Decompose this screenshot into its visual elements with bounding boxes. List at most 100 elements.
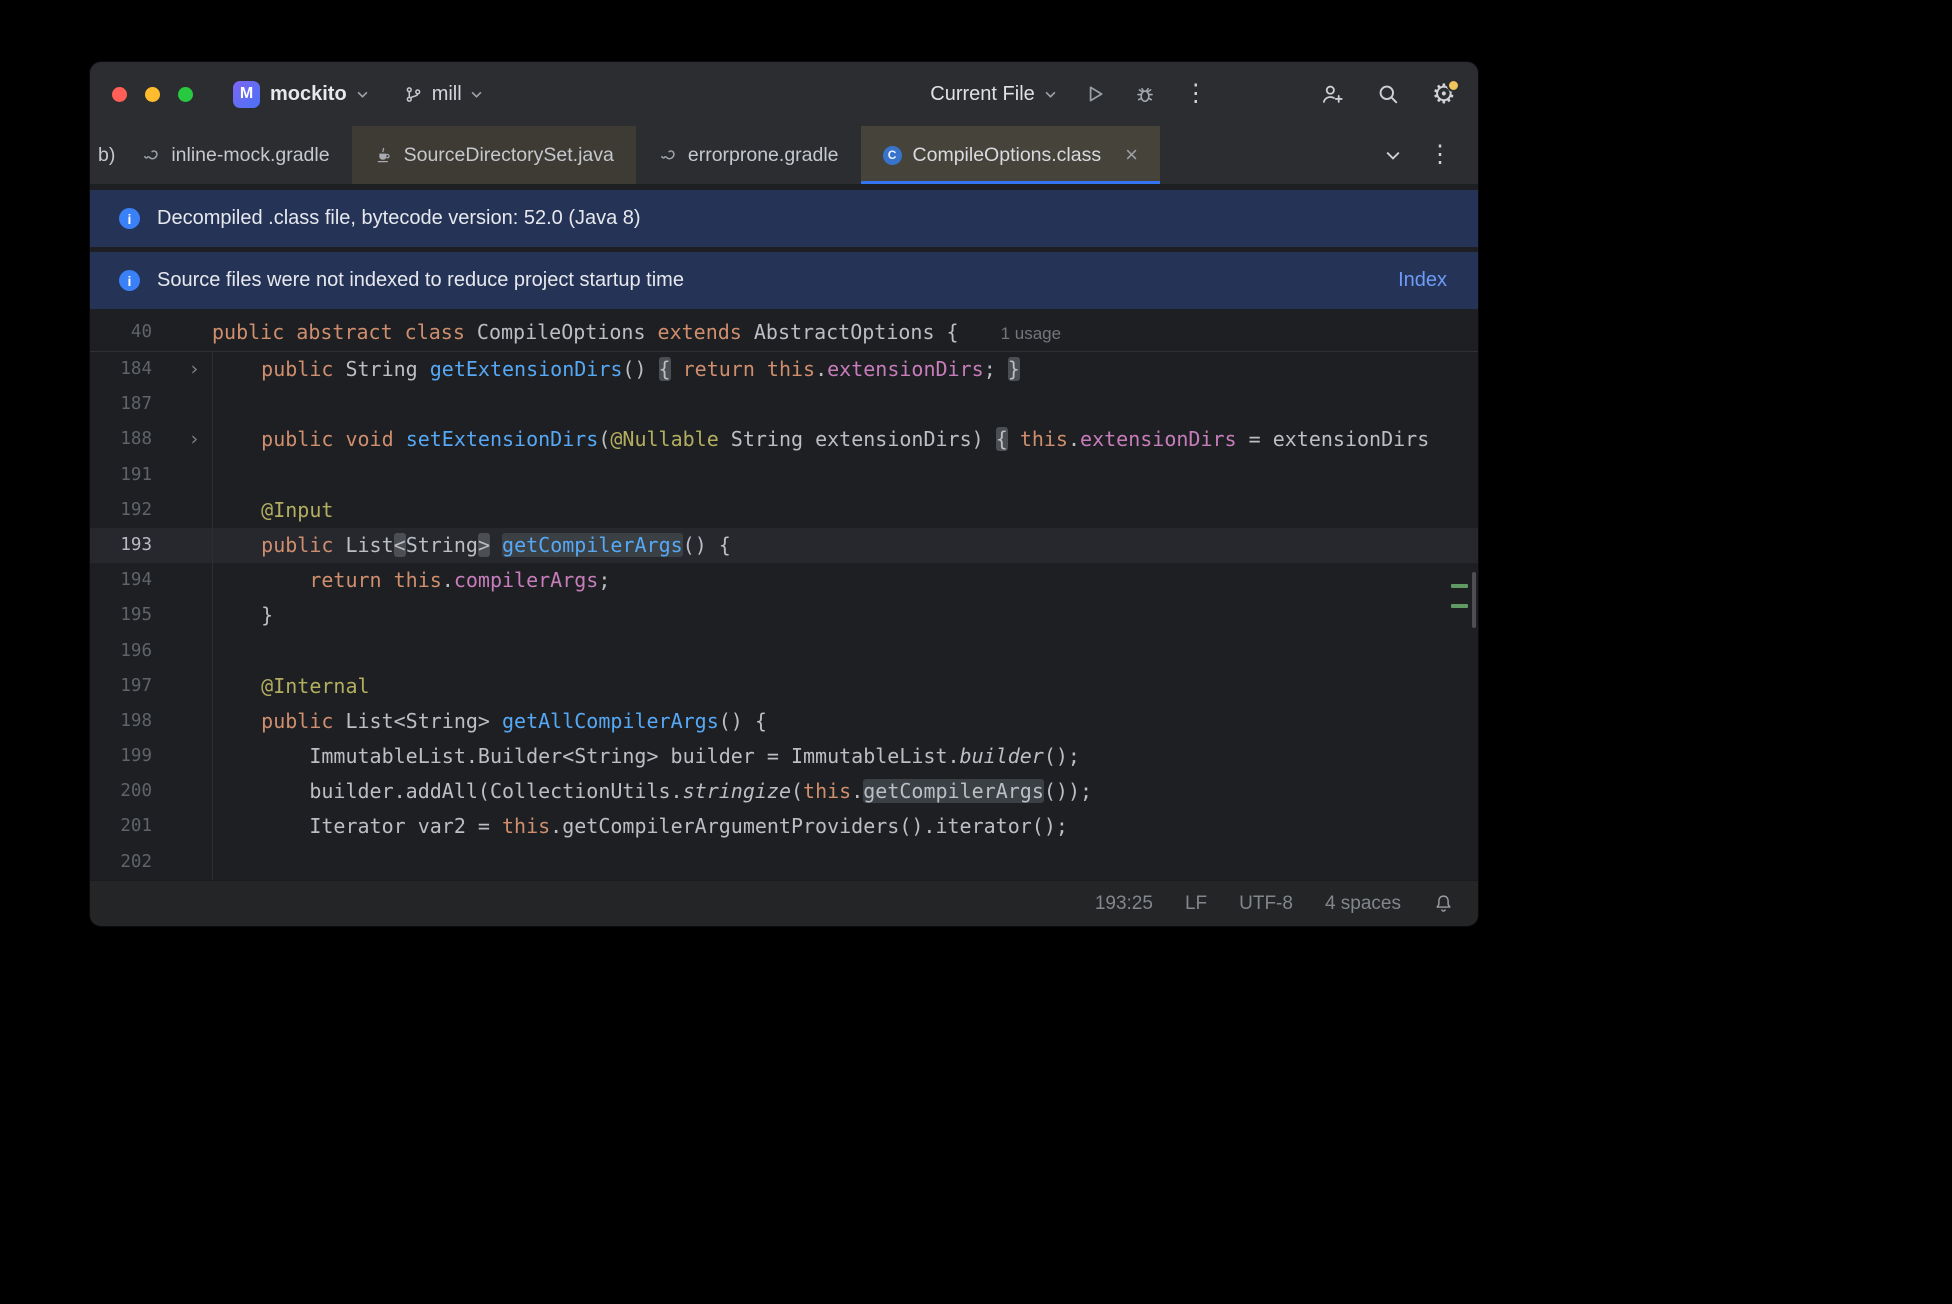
close-tab-icon[interactable]: × bbox=[1125, 144, 1138, 166]
code-token: { bbox=[995, 427, 1008, 452]
code-token: List<String> bbox=[333, 708, 502, 733]
code-text: public void setExtensionDirs(@Nullable S… bbox=[212, 422, 1478, 458]
editor[interactable]: 184 › public String getExtensionDirs() { … bbox=[90, 352, 1478, 880]
settings-gear-icon[interactable]: ⚙ bbox=[1432, 78, 1460, 108]
code-line: 196 bbox=[90, 633, 1478, 669]
code-token: ; bbox=[983, 357, 1008, 381]
code-line: 188 › public void setExtensionDirs(@Nulla… bbox=[90, 422, 1478, 458]
code-line: 195 } bbox=[90, 598, 1478, 634]
tab-sourcedirectoryset-java[interactable]: SourceDirectorySet.java bbox=[351, 126, 636, 184]
code-token: builder.addAll(CollectionUtils. bbox=[213, 779, 683, 804]
close-window-button[interactable] bbox=[112, 86, 127, 102]
code-token: stringize bbox=[682, 779, 791, 804]
line-number[interactable]: 40 bbox=[90, 315, 152, 350]
status-bar: 193:25 LF UTF-8 4 spaces bbox=[90, 880, 1478, 926]
line-number[interactable]: 188 bbox=[90, 422, 152, 457]
usage-inlay-hint[interactable]: 1 usage bbox=[1001, 324, 1062, 343]
code-token: String bbox=[405, 532, 478, 557]
code-token: getCompilerArgs bbox=[863, 779, 1044, 804]
line-number[interactable]: 184 bbox=[90, 352, 152, 387]
tab-compileoptions-class[interactable]: C CompileOptions.class × bbox=[860, 126, 1160, 184]
run-button[interactable] bbox=[1084, 83, 1106, 105]
code-token: public bbox=[261, 532, 334, 557]
code-token: () bbox=[622, 357, 659, 381]
more-actions-icon[interactable]: ⋮ bbox=[1184, 82, 1208, 106]
code-token: . bbox=[1067, 427, 1081, 452]
scrollbar-thumb[interactable] bbox=[1472, 572, 1476, 628]
code-line: 191 bbox=[90, 457, 1478, 493]
line-number[interactable]: 195 bbox=[90, 598, 152, 633]
code-line: 194 return this.compilerArgs; bbox=[90, 563, 1478, 599]
line-number[interactable]: 191 bbox=[90, 458, 152, 493]
code-token: extensionDirs bbox=[827, 357, 984, 381]
fold-arrow-icon[interactable]: › bbox=[152, 422, 212, 457]
tab-clipped[interactable]: b) bbox=[90, 126, 119, 184]
caret-position[interactable]: 193:25 bbox=[1095, 893, 1153, 915]
run-configuration-label: Current File bbox=[930, 82, 1035, 105]
code-token: (); bbox=[1043, 744, 1080, 769]
analysis-mark[interactable] bbox=[1451, 584, 1468, 588]
code-text: Iterator var2 = this.getCompilerArgument… bbox=[212, 809, 1478, 845]
code-token: < bbox=[393, 532, 406, 557]
tab-label: errorprone.gradle bbox=[687, 143, 839, 166]
sticky-class-declaration[interactable]: 40 public abstract class CompileOptions e… bbox=[90, 315, 1478, 352]
code-with-me-icon[interactable] bbox=[1320, 82, 1344, 106]
code-line-current: 193 public List<String> getCompilerArgs(… bbox=[90, 527, 1478, 564]
file-encoding[interactable]: UTF-8 bbox=[1239, 893, 1293, 915]
tab-errorprone-gradle[interactable]: errorprone.gradle bbox=[636, 126, 861, 184]
code-token: class bbox=[404, 320, 465, 345]
code-text bbox=[212, 387, 1478, 423]
project-widget[interactable]: M mockito bbox=[233, 80, 368, 108]
code-token: getCompilerArgs bbox=[502, 532, 683, 557]
code-text: @Internal bbox=[212, 668, 1478, 704]
line-number[interactable]: 187 bbox=[90, 387, 152, 422]
line-number[interactable]: 201 bbox=[90, 809, 152, 844]
traffic-lights bbox=[112, 86, 193, 102]
line-number[interactable]: 199 bbox=[90, 739, 152, 774]
line-ending[interactable]: LF bbox=[1185, 893, 1207, 915]
indent-setting[interactable]: 4 spaces bbox=[1325, 893, 1401, 915]
search-everywhere-icon[interactable] bbox=[1376, 82, 1400, 106]
line-number[interactable]: 193 bbox=[90, 528, 152, 563]
line-number[interactable]: 197 bbox=[90, 669, 152, 704]
titlebar: M mockito mill Current File ⋮ ⚙ bbox=[90, 62, 1478, 126]
code-token: builder bbox=[959, 744, 1044, 769]
line-number[interactable]: 196 bbox=[90, 634, 152, 669]
fold-gutter bbox=[152, 704, 212, 739]
index-link[interactable]: Index bbox=[1398, 269, 1447, 292]
show-hidden-tabs-icon[interactable] bbox=[1386, 151, 1400, 160]
analysis-mark[interactable] bbox=[1451, 604, 1468, 608]
minimize-window-button[interactable] bbox=[145, 86, 160, 102]
fold-gutter bbox=[152, 739, 212, 774]
code-token: AbstractOptions { bbox=[741, 320, 959, 345]
branch-widget[interactable]: mill bbox=[404, 83, 482, 106]
line-number[interactable]: 192 bbox=[90, 493, 152, 528]
code-text bbox=[212, 457, 1478, 493]
debug-button[interactable] bbox=[1134, 83, 1156, 105]
code-text: public List<String> getCompilerArgs() { bbox=[212, 527, 1478, 564]
tab-label: b) bbox=[98, 143, 116, 166]
fold-gutter bbox=[152, 493, 212, 528]
line-number[interactable]: 198 bbox=[90, 704, 152, 739]
git-branch-icon bbox=[406, 86, 421, 102]
fold-arrow-icon[interactable]: › bbox=[152, 352, 212, 387]
notifications-bell-icon[interactable] bbox=[1433, 893, 1454, 914]
run-configuration-selector[interactable]: Current File bbox=[930, 82, 1056, 106]
tab-inline-mock-gradle[interactable]: inline-mock.gradle bbox=[119, 126, 351, 184]
tab-options-icon[interactable]: ⋮ bbox=[1428, 143, 1452, 167]
zoom-window-button[interactable] bbox=[178, 86, 193, 102]
line-number[interactable]: 194 bbox=[90, 563, 152, 598]
code-token: this bbox=[1019, 427, 1068, 452]
line-number[interactable]: 202 bbox=[90, 845, 152, 880]
code-token: setExtensionDirs bbox=[405, 427, 599, 452]
line-number[interactable]: 200 bbox=[90, 774, 152, 809]
